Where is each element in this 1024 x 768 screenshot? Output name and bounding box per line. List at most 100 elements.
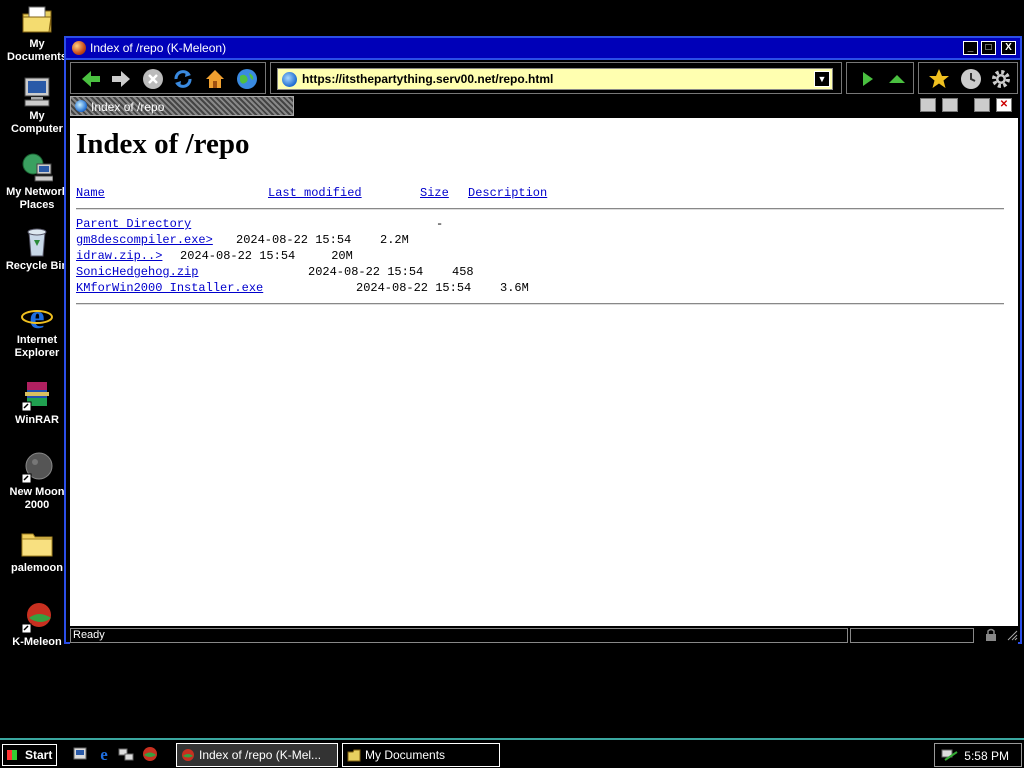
stop-icon: [143, 69, 163, 89]
tab-tool-icon[interactable]: [920, 98, 936, 112]
desktop-icon-recycle-bin[interactable]: Recycle Bin: [2, 226, 72, 273]
navigation-toolbar: https://itsthepartything.serv00.net/repo…: [70, 62, 1018, 94]
status-panel: [850, 628, 974, 643]
window-title: Index of /repo (K-Meleon): [90, 41, 227, 55]
up-arrow-icon: [889, 75, 905, 83]
globe-icon: [237, 69, 257, 89]
file-size: 2.2M: [380, 233, 409, 247]
desktop-icon-internet-explorer[interactable]: e Internet Explorer: [2, 299, 72, 360]
taskbar-item-my-documents[interactable]: My Documents: [342, 743, 500, 767]
star-icon: [929, 69, 949, 88]
forward-button[interactable]: [109, 67, 133, 91]
home-icon: [206, 70, 224, 88]
reload-button[interactable]: [171, 67, 195, 91]
desktop-icon-my-computer[interactable]: My Computer: [2, 76, 72, 136]
status-text: Ready: [70, 628, 848, 643]
column-header-description[interactable]: Description: [468, 186, 547, 200]
site-globe-icon: [282, 72, 297, 87]
url-bar[interactable]: https://itsthepartything.serv00.net/repo…: [277, 68, 833, 90]
back-arrow-icon: [82, 71, 100, 87]
desktop-icon-label: WinRAR: [15, 414, 59, 426]
start-label: Start: [25, 748, 53, 762]
browser-window: Index of /repo (K-Meleon) _ □ X https://…: [64, 36, 1022, 644]
history-button[interactable]: [959, 67, 983, 91]
network-tray-icon[interactable]: [941, 748, 959, 762]
new-tab-icon[interactable]: [974, 98, 990, 112]
winrar-icon: [21, 380, 53, 412]
desktop-icon-palemoon[interactable]: palemoon: [2, 528, 72, 575]
minimize-button[interactable]: _: [963, 41, 978, 55]
divider: [76, 303, 1012, 305]
file-link[interactable]: gm8descompiler.exe>: [76, 233, 213, 247]
windows-logo-icon: [7, 750, 17, 760]
file-modified: 2024-08-22 15:54: [180, 249, 296, 263]
stop-button[interactable]: [141, 67, 165, 91]
my-computer-icon: [21, 76, 53, 108]
desktop-icon-label: My Computer: [11, 110, 63, 135]
column-header-name[interactable]: Name: [76, 186, 105, 200]
show-desktop-icon[interactable]: [72, 746, 88, 762]
reload-icon: [174, 70, 192, 88]
divider: [76, 208, 1012, 210]
bookmarks-button[interactable]: [927, 67, 951, 91]
settings-button[interactable]: [989, 67, 1013, 91]
folder-icon: [21, 528, 53, 560]
file-modified: 2024-08-22 15:54: [356, 281, 472, 295]
nav-button-group: [70, 62, 266, 94]
k-meleon-icon[interactable]: [142, 746, 158, 762]
back-button[interactable]: [79, 67, 103, 91]
lock-icon: [982, 628, 1002, 643]
new-moon-icon: [21, 452, 53, 484]
title-bar[interactable]: Index of /repo (K-Meleon) _ □ X: [66, 38, 1020, 60]
file-link[interactable]: KMforWin2000 Installer.exe: [76, 281, 263, 295]
file-modified: 2024-08-22 15:54: [236, 233, 352, 247]
tab-tool-icon[interactable]: [942, 98, 958, 112]
k-meleon-icon: [181, 748, 195, 762]
network-icon[interactable]: [118, 746, 134, 762]
desktop-icon-k-meleon[interactable]: K-Meleon: [2, 602, 72, 649]
gear-icon: [992, 70, 1010, 88]
tab-label: Index of /repo: [91, 100, 165, 114]
close-button[interactable]: X: [1001, 41, 1016, 55]
forward-arrow-icon: [112, 71, 130, 87]
tab-index-of-repo[interactable]: Index of /repo: [70, 96, 294, 116]
internet-explorer-icon: e: [21, 299, 53, 336]
my-documents-icon: [21, 4, 53, 36]
scrollbar-area: [1004, 118, 1018, 626]
maximize-button[interactable]: □: [981, 41, 996, 55]
desktop-icon-my-documents[interactable]: My Documents: [2, 4, 72, 64]
extra-button-group: [918, 62, 1018, 94]
internet-explorer-icon[interactable]: e: [96, 745, 112, 764]
go-button-group: [846, 62, 914, 94]
home-button[interactable]: [203, 67, 227, 91]
desktop-icon-label: New Moon 2000: [9, 486, 65, 511]
go-button[interactable]: [855, 67, 879, 91]
clock[interactable]: 5:58 PM: [964, 749, 1009, 763]
column-header-size[interactable]: Size: [420, 186, 449, 200]
desktop-icon-label: palemoon: [11, 562, 63, 574]
taskbar-item-k-meleon[interactable]: Index of /repo (K-Mel...: [176, 743, 338, 767]
file-link[interactable]: SonicHedgehog.zip: [76, 265, 198, 279]
file-link[interactable]: idraw.zip..>: [76, 249, 162, 263]
url-text[interactable]: https://itsthepartything.serv00.net/repo…: [302, 72, 553, 86]
desktop-icon-winrar[interactable]: WinRAR: [2, 380, 72, 427]
taskbar-item-label: My Documents: [365, 748, 446, 762]
desktop-icon-label: Internet Explorer: [14, 334, 60, 359]
status-bar: Ready: [70, 628, 1018, 644]
start-button[interactable]: Start: [2, 744, 57, 766]
desktop-icon-new-moon[interactable]: New Moon 2000: [2, 452, 72, 512]
url-bar-group: https://itsthepartything.serv00.net/repo…: [270, 62, 842, 94]
file-size: 458: [452, 265, 474, 279]
globe-button[interactable]: [235, 67, 259, 91]
parent-directory-link[interactable]: Parent Directory: [76, 217, 191, 231]
column-header-last-modified[interactable]: Last modified: [268, 186, 362, 200]
play-arrow-icon: [863, 72, 873, 86]
url-dropdown-button[interactable]: ▼: [814, 71, 830, 87]
close-tab-icon[interactable]: ✕: [996, 98, 1012, 112]
desktop-icon-network-places[interactable]: My Network Places: [2, 152, 72, 212]
desktop-icon-label: My Documents: [7, 38, 67, 63]
up-button[interactable]: [885, 67, 909, 91]
desktop-icon-label: My Network Places: [6, 186, 68, 211]
resize-grip-icon[interactable]: [1004, 628, 1018, 643]
network-places-icon: [21, 152, 54, 184]
